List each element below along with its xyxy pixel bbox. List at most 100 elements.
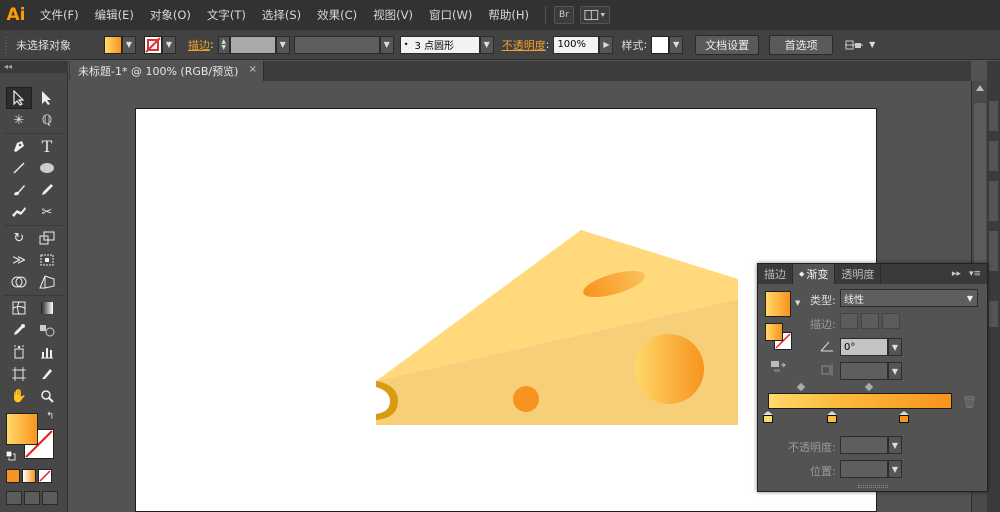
- line-tool[interactable]: [6, 157, 32, 179]
- tab-gradient[interactable]: ◆ 渐变: [793, 264, 836, 284]
- stroke-weight-field[interactable]: [229, 35, 276, 54]
- slice-tool[interactable]: [34, 363, 60, 385]
- menu-object[interactable]: 对象(O): [142, 0, 199, 30]
- stroke-gradient-along-icon[interactable]: [861, 313, 879, 329]
- blob-brush-tool[interactable]: [6, 201, 32, 223]
- brush-definition-dropdown[interactable]: ▼: [479, 35, 494, 54]
- fill-mini-swatch[interactable]: [765, 323, 783, 341]
- menu-edit[interactable]: 编辑(E): [87, 0, 142, 30]
- type-tool[interactable]: T: [34, 135, 60, 157]
- fill-indicator[interactable]: [6, 413, 38, 445]
- hand-tool[interactable]: ✋: [6, 385, 32, 407]
- draw-inside-icon[interactable]: [42, 491, 58, 505]
- brush-definition-field[interactable]: • 3 点圆形: [399, 35, 480, 54]
- perspective-grid-tool[interactable]: [34, 271, 60, 293]
- aspect-ratio-dropdown[interactable]: ▼: [888, 362, 902, 380]
- gradient-slider[interactable]: [768, 393, 952, 409]
- chevron-down-icon[interactable]: ▼: [795, 299, 800, 307]
- arrange-documents-button[interactable]: [579, 6, 610, 24]
- align-panel-button[interactable]: ▼: [845, 38, 875, 52]
- direct-selection-tool[interactable]: [34, 87, 60, 109]
- document-tab[interactable]: 未标题-1* @ 100% (RGB/预览) ×: [70, 61, 264, 81]
- angle-field[interactable]: 0°: [840, 338, 888, 356]
- menu-effect[interactable]: 效果(C): [309, 0, 365, 30]
- artboard-tool[interactable]: [6, 363, 32, 385]
- gradient-stop[interactable]: [827, 411, 838, 423]
- none-mode-button[interactable]: [38, 469, 52, 483]
- opacity-label[interactable]: 不透明度: [502, 37, 546, 53]
- draw-behind-icon[interactable]: [24, 491, 40, 505]
- mesh-tool[interactable]: [6, 297, 32, 319]
- aspect-ratio-field[interactable]: [840, 362, 888, 380]
- gradient-preview-swatch[interactable]: [765, 291, 791, 317]
- bridge-button[interactable]: Br: [553, 6, 574, 24]
- stop-opacity-dropdown[interactable]: ▼: [888, 436, 902, 454]
- panel-menu-icon[interactable]: ▾≡: [969, 264, 987, 284]
- stop-opacity-field[interactable]: [840, 436, 888, 454]
- stroke-label[interactable]: 描边: [188, 37, 210, 53]
- pencil-tool[interactable]: [34, 179, 60, 201]
- close-icon[interactable]: ×: [249, 64, 257, 75]
- menu-select[interactable]: 选择(S): [254, 0, 309, 30]
- stop-location-field[interactable]: [840, 460, 888, 478]
- delete-stop-icon[interactable]: 🗑: [962, 395, 977, 409]
- stop-location-dropdown[interactable]: ▼: [888, 460, 902, 478]
- zoom-tool[interactable]: [34, 385, 60, 407]
- gradient-midpoint[interactable]: [864, 382, 874, 392]
- document-setup-button[interactable]: 文档设置: [695, 34, 760, 55]
- gradient-stop[interactable]: [763, 411, 773, 423]
- opacity-field[interactable]: 100%: [553, 35, 600, 54]
- lasso-tool[interactable]: ℚ: [34, 109, 60, 131]
- magic-wand-tool[interactable]: ✳: [6, 109, 32, 131]
- gradient-stop[interactable]: [899, 411, 910, 423]
- scale-tool[interactable]: [34, 227, 60, 249]
- gradient-mode-button[interactable]: [22, 469, 36, 483]
- ellipse-tool[interactable]: [34, 157, 60, 179]
- rotate-tool[interactable]: ↻: [6, 227, 32, 249]
- menu-file[interactable]: 文件(F): [32, 0, 87, 30]
- panel-resize-grip[interactable]: [858, 485, 888, 488]
- symbol-sprayer-tool[interactable]: [6, 341, 32, 363]
- dock-panel-icon[interactable]: [989, 101, 998, 131]
- default-fill-stroke-icon[interactable]: [5, 450, 16, 461]
- stroke-gradient-across-icon[interactable]: [882, 313, 900, 329]
- stroke-swatch[interactable]: [144, 35, 162, 54]
- variable-width-profile[interactable]: [293, 35, 380, 54]
- column-graph-tool[interactable]: [34, 341, 60, 363]
- preferences-button[interactable]: 首选项: [769, 34, 834, 55]
- graphic-style-swatch[interactable]: [651, 35, 670, 54]
- stroke-weight-stepper[interactable]: ▲ ▼: [217, 35, 230, 54]
- paintbrush-tool[interactable]: [6, 179, 32, 201]
- graphic-style-dropdown[interactable]: ▼: [669, 35, 684, 54]
- menu-view[interactable]: 视图(V): [365, 0, 421, 30]
- variable-width-dropdown[interactable]: ▼: [379, 35, 394, 54]
- stroke-gradient-within-icon[interactable]: [840, 313, 858, 329]
- stroke-weight-dropdown[interactable]: ▼: [275, 35, 290, 54]
- dock-panel-icon[interactable]: [989, 231, 998, 271]
- tab-transparency[interactable]: 透明度: [835, 264, 882, 284]
- menu-type[interactable]: 文字(T): [199, 0, 254, 30]
- blend-tool[interactable]: [34, 319, 60, 341]
- tab-stroke[interactable]: 描边: [758, 264, 793, 284]
- scroll-up-icon[interactable]: [976, 85, 984, 91]
- scissors-tool[interactable]: ✂: [34, 201, 60, 223]
- color-mode-button[interactable]: [6, 469, 20, 483]
- dock-panel-icon[interactable]: [989, 141, 998, 171]
- fill-swatch[interactable]: [104, 35, 122, 54]
- stroke-dropdown[interactable]: ▼: [162, 35, 176, 54]
- dock-panel-icon[interactable]: [989, 181, 998, 221]
- swap-fill-stroke-icon[interactable]: ↰: [46, 411, 54, 422]
- tools-panel-header[interactable]: ◂◂: [0, 61, 68, 73]
- menu-window[interactable]: 窗口(W): [421, 0, 480, 30]
- selection-tool[interactable]: [6, 87, 32, 109]
- draw-normal-icon[interactable]: [6, 491, 22, 505]
- eyedropper-tool[interactable]: [6, 319, 32, 341]
- menu-help[interactable]: 帮助(H): [480, 0, 537, 30]
- width-tool[interactable]: ≫: [6, 249, 32, 271]
- pen-tool[interactable]: [6, 135, 32, 157]
- gradient-type-select[interactable]: 线性 ▼: [840, 289, 978, 307]
- dock-panel-icon[interactable]: [989, 301, 998, 327]
- panel-collapse-icon[interactable]: ▸▸: [952, 264, 969, 284]
- fill-dropdown[interactable]: ▼: [122, 35, 136, 54]
- angle-dropdown[interactable]: ▼: [888, 338, 902, 356]
